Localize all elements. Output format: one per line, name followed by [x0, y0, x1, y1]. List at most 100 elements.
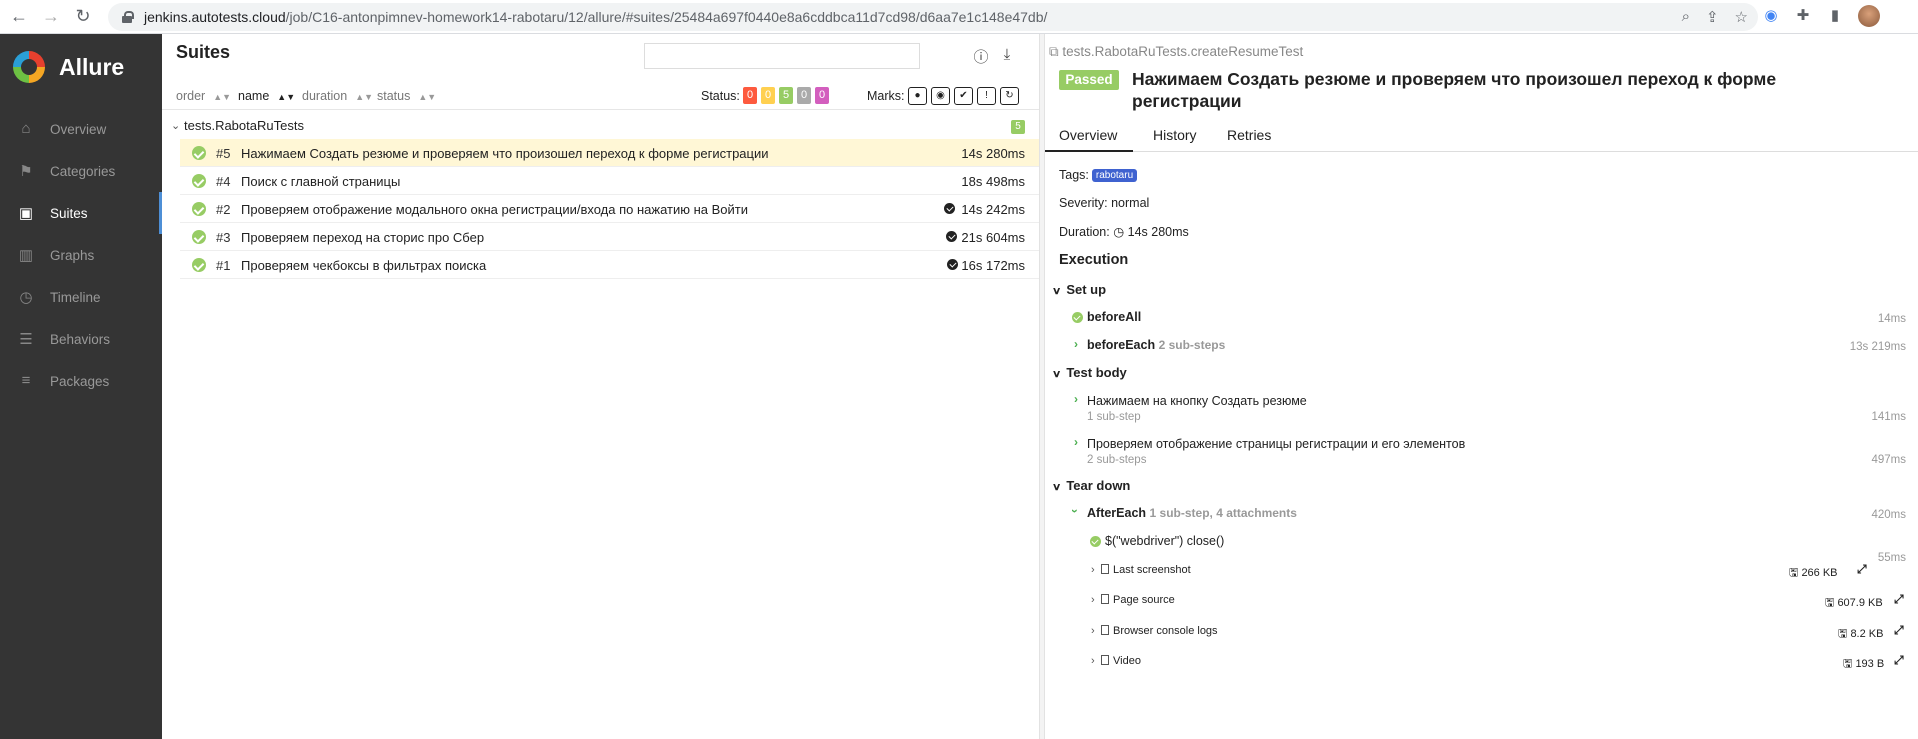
- sort-order[interactable]: order ▲▼: [176, 89, 231, 103]
- test-duration: 14s 242ms: [961, 202, 1025, 217]
- setup-section[interactable]: ∨ Set up: [1051, 282, 1106, 297]
- new-broken-mark-icon[interactable]: !: [977, 87, 996, 105]
- test-row[interactable]: #5 Нажимаем Создать резюме и проверяем ч…: [180, 139, 1039, 167]
- attachment-last-screenshot[interactable]: Last screenshot: [1101, 564, 1191, 576]
- new-passed-mark-icon[interactable]: ✔: [954, 87, 973, 105]
- test-number: #4: [216, 174, 231, 189]
- tag-badge[interactable]: rabotaru: [1091, 169, 1138, 183]
- briefcase-icon: ▣: [18, 205, 34, 222]
- side-panel-icon[interactable]: ▮: [1826, 7, 1844, 25]
- passed-icon: [1072, 312, 1083, 323]
- test-path: ⧉ tests.RabotaRuTests.createResumeTest: [1049, 44, 1304, 59]
- suite-group[interactable]: ⌄ tests.RabotaRuTests 5: [162, 111, 1039, 139]
- sidebar-item-categories[interactable]: ⚑ Categories: [0, 150, 162, 192]
- sidebar-item-suites[interactable]: ▣ Suites: [0, 192, 162, 234]
- address-bar[interactable]: jenkins.autotests.cloud/job/C16-antonpim…: [108, 3, 1758, 31]
- back-icon[interactable]: ←: [6, 4, 32, 30]
- duration-row: Duration: ◷ 14s 280ms: [1059, 225, 1189, 239]
- retries-mark-icon[interactable]: ↻: [1000, 87, 1019, 105]
- reload-icon[interactable]: ↻: [70, 4, 96, 30]
- step-substeps: 2 sub-steps: [1087, 454, 1147, 466]
- flaky-mark-icon[interactable]: ●: [908, 87, 927, 105]
- suite-group-count: 5: [1011, 120, 1025, 134]
- step-before-all[interactable]: beforeAll: [1087, 310, 1141, 324]
- step-webdriver-close[interactable]: $("webdriver") close(): [1105, 534, 1224, 548]
- extension-icon[interactable]: ◉: [1762, 7, 1780, 25]
- file-icon: [1101, 655, 1109, 665]
- sort-name[interactable]: name ▲▼: [238, 89, 295, 103]
- sort-status[interactable]: status ▲▼: [377, 89, 436, 103]
- tab-history[interactable]: History: [1153, 127, 1197, 143]
- clock-icon: ◷: [19, 289, 33, 306]
- info-icon[interactable]: ⓘ: [972, 46, 990, 66]
- test-body-section[interactable]: ∨ Test body: [1051, 365, 1127, 380]
- test-duration: 16s 172ms: [961, 258, 1025, 273]
- test-name: Проверяем чекбоксы в фильтрах поиска: [241, 258, 487, 273]
- status-skipped-count[interactable]: 0: [797, 87, 811, 104]
- test-row[interactable]: #4 Поиск с главной страницы 18s 498ms: [180, 167, 1039, 195]
- zoom-icon[interactable]: ⌕: [1682, 8, 1690, 26]
- test-row[interactable]: #1 Проверяем чекбоксы в фильтрах поиска …: [180, 251, 1039, 279]
- lock-icon: [122, 11, 134, 23]
- chevron-down-icon: ∨: [1051, 286, 1062, 297]
- sidebar-item-graphs[interactable]: ▥ Graphs: [0, 234, 162, 276]
- puzzle-icon[interactable]: ✚: [1794, 7, 1812, 25]
- clock-icon: ◷: [1113, 225, 1125, 239]
- expand-icon[interactable]: ⤢: [1857, 562, 1867, 577]
- marks-label: Marks:: [867, 89, 905, 103]
- status-failed-count[interactable]: 0: [743, 87, 757, 104]
- link-icon: ⧉: [1049, 44, 1059, 59]
- tab-overview[interactable]: Overview: [1059, 127, 1117, 143]
- new-failed-mark-icon[interactable]: ◉: [931, 87, 950, 105]
- status-unknown-count[interactable]: 0: [815, 87, 829, 104]
- passed-icon: [192, 230, 206, 244]
- attachment-page-source[interactable]: Page source: [1101, 594, 1175, 606]
- test-name: Проверяем переход на сторис про Сбер: [241, 230, 485, 245]
- share-icon[interactable]: ⇪: [1706, 8, 1719, 26]
- sidebar-item-packages[interactable]: ≡ Packages: [0, 360, 162, 402]
- chevron-down-icon: ∨: [1051, 482, 1062, 493]
- search-input[interactable]: [644, 43, 920, 69]
- tab-retries[interactable]: Retries: [1227, 127, 1271, 143]
- chevron-down-icon: ∨: [1051, 369, 1062, 380]
- step-after-each[interactable]: AfterEach 1 sub-step, 4 attachments: [1087, 506, 1297, 520]
- sidebar-item-overview[interactable]: ⌂ Overview: [0, 108, 162, 150]
- step-duration: 141ms: [1871, 411, 1906, 423]
- expand-icon[interactable]: ⤢: [1894, 653, 1904, 668]
- test-title: Нажимаем Создать резюме и проверяем что …: [1132, 69, 1777, 111]
- sort-duration[interactable]: duration ▲▼: [302, 89, 373, 103]
- page-title: Suites: [176, 42, 231, 62]
- new-passed-flag-icon: [946, 231, 957, 242]
- sidebar-item-behaviors[interactable]: ☰ Behaviors: [0, 318, 162, 360]
- test-duration: 14s 280ms: [961, 146, 1025, 161]
- step-check-registration-page[interactable]: Проверяем отображение страницы регистрац…: [1087, 437, 1465, 451]
- download-icon[interactable]: ⤓: [998, 46, 1016, 64]
- attachment-size: 🖫 8.2 KB: [1838, 628, 1884, 640]
- profile-avatar[interactable]: [1858, 5, 1880, 27]
- status-passed-count[interactable]: 5: [779, 87, 793, 104]
- bookmark-star-icon[interactable]: ☆: [1735, 8, 1748, 26]
- attachment-browser-console-logs[interactable]: Browser console logs: [1101, 625, 1218, 637]
- expand-icon[interactable]: ⤢: [1894, 592, 1904, 607]
- chevron-right-icon: ›: [1074, 337, 1078, 351]
- list-icon: ☰: [19, 331, 33, 348]
- attachment-size: 🖫 193 B: [1843, 658, 1885, 670]
- attachment-video[interactable]: Video: [1101, 655, 1141, 667]
- teardown-section[interactable]: ∨ Tear down: [1051, 478, 1130, 493]
- test-row[interactable]: #2 Проверяем отображение модального окна…: [180, 195, 1039, 223]
- step-before-each[interactable]: beforeEach 2 sub-steps: [1087, 338, 1225, 352]
- chevron-right-icon: ›: [1091, 625, 1095, 637]
- step-duration: 55ms: [1877, 552, 1906, 564]
- suite-group-name: tests.RabotaRuTests: [184, 118, 304, 133]
- step-click-create-resume[interactable]: Нажимаем на кнопку Создать резюме: [1087, 394, 1307, 408]
- brand[interactable]: Allure: [0, 34, 162, 100]
- sidebar-item-timeline[interactable]: ◷ Timeline: [0, 276, 162, 318]
- expand-icon[interactable]: ⤢: [1894, 623, 1904, 638]
- chevron-right-icon: ›: [1074, 435, 1078, 449]
- browser-toolbar: ← → ↻ jenkins.autotests.cloud/job/C16-an…: [0, 0, 1918, 34]
- forward-icon[interactable]: →: [38, 4, 64, 30]
- sort-bar: order ▲▼ name ▲▼ duration ▲▼ status ▲▼ Statu…: [162, 82, 1039, 110]
- status-broken-count[interactable]: 0: [761, 87, 775, 104]
- test-duration: 21s 604ms: [961, 230, 1025, 245]
- test-row[interactable]: #3 Проверяем переход на сторис про Сбер …: [180, 223, 1039, 251]
